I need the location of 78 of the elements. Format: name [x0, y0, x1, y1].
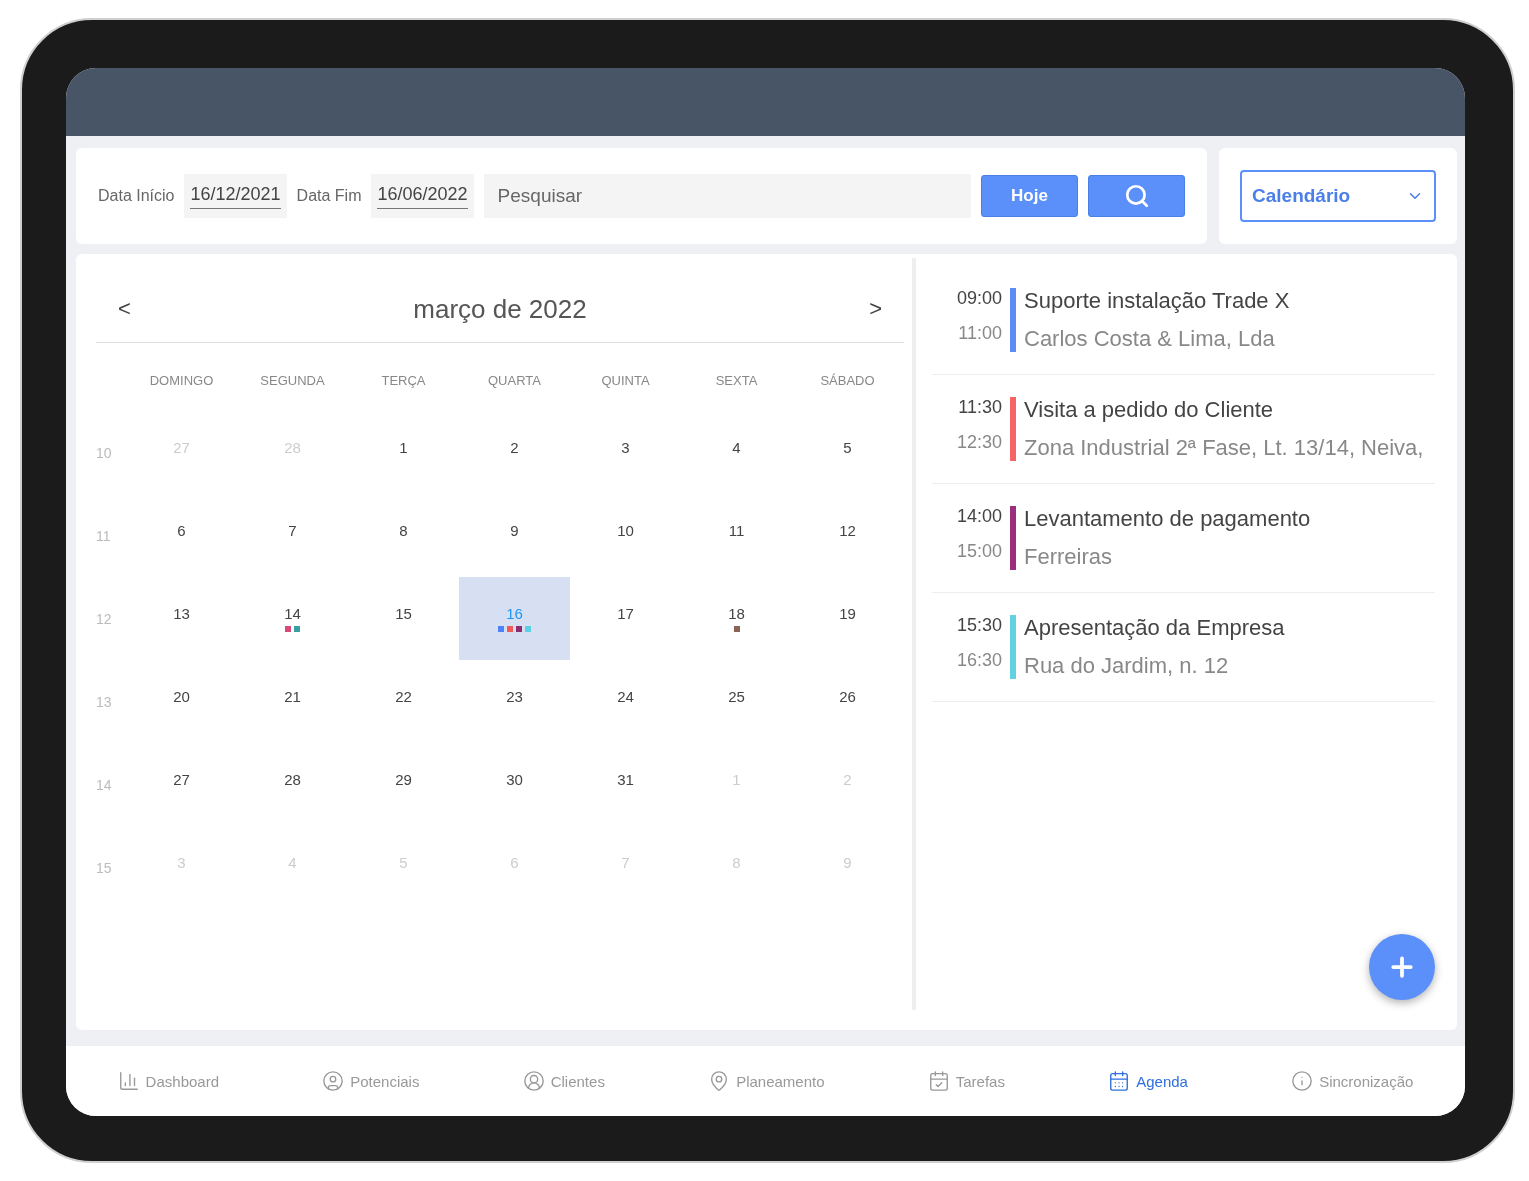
day-cell[interactable]: 4 — [681, 411, 792, 494]
day-cell[interactable]: 17 — [570, 577, 681, 660]
day-cell[interactable]: 18 — [681, 577, 792, 660]
day-cell[interactable]: 23 — [459, 660, 570, 743]
weekday-label: DOMINGO — [148, 373, 215, 390]
week-number: 15 — [96, 858, 113, 878]
event-title[interactable]: Visita a pedido do Cliente — [1024, 397, 1424, 423]
nav-item[interactable]: Agenda — [1102, 1069, 1194, 1093]
day-cell[interactable]: 12 — [792, 494, 903, 577]
event-end-time: 15:00 — [956, 541, 1002, 562]
event-location: Ferreiras — [1024, 544, 1113, 570]
week-number: 12 — [96, 609, 113, 629]
event-title[interactable]: Apresentação da Empresa — [1024, 615, 1285, 641]
view-select[interactable]: Calendário — [1240, 170, 1436, 222]
week-number: 11 — [96, 526, 112, 546]
day-cell[interactable]: 19 — [792, 577, 903, 660]
day-cell[interactable]: 2 — [459, 411, 570, 494]
nav-icon — [117, 1070, 140, 1092]
day-cell[interactable]: 10 — [570, 494, 681, 577]
event-start-time: 09:00 — [956, 288, 1002, 309]
event-start-time: 15:30 — [956, 615, 1002, 636]
start-date-label: Data Início — [98, 187, 175, 205]
day-cell[interactable]: 20 — [126, 660, 237, 743]
nav-icon — [522, 1070, 545, 1092]
day-cell[interactable]: 11 — [681, 494, 792, 577]
previous-month-button[interactable]: < — [112, 295, 137, 323]
search-button[interactable] — [1088, 175, 1185, 217]
day-cell[interactable]: 22 — [348, 660, 459, 743]
end-date-field[interactable]: 16/06/2022 — [371, 174, 474, 218]
event-title[interactable]: Levantamento de pagamento — [1024, 506, 1311, 532]
next-month-button[interactable]: > — [863, 295, 888, 323]
search-field[interactable]: Pesquisar — [483, 174, 971, 218]
day-cell[interactable]: 28 — [237, 743, 348, 826]
day-cell[interactable]: 15 — [348, 577, 459, 660]
nav-icon — [1291, 1070, 1314, 1092]
day-cell[interactable]: 29 — [348, 743, 459, 826]
search-icon — [1123, 183, 1150, 209]
event-start-time: 14:00 — [956, 506, 1002, 527]
event-location: Carlos Costa & Lima, Lda — [1024, 326, 1276, 352]
weekday-label: SÁBADO — [819, 373, 876, 390]
day-cell[interactable]: 24 — [570, 660, 681, 743]
day-cell[interactable]: 26 — [792, 660, 903, 743]
day-cell[interactable]: 14 — [237, 577, 348, 660]
day-cell[interactable]: 8 — [348, 494, 459, 577]
week-number: 10 — [96, 443, 113, 463]
end-date-label: Data Fim — [296, 187, 362, 205]
weekday-label: QUARTA — [487, 373, 542, 390]
day-cell[interactable]: 21 — [237, 660, 348, 743]
weekday-label: SEXTA — [714, 373, 759, 390]
day-cell[interactable]: 25 — [681, 660, 792, 743]
day-cell[interactable]: 31 — [570, 743, 681, 826]
nav-icon — [927, 1070, 950, 1092]
day-cell[interactable]: 7 — [237, 494, 348, 577]
day-cell[interactable]: 5 — [792, 411, 903, 494]
day-cell[interactable]: 6 — [126, 494, 237, 577]
week-number: 14 — [96, 775, 113, 795]
day-cell[interactable]: 3 — [570, 411, 681, 494]
add-button[interactable] — [1369, 934, 1435, 1000]
weekday-label: SEGUNDA — [259, 373, 326, 390]
weekday-label: TERÇA — [380, 373, 427, 390]
day-cell[interactable]: 1 — [348, 411, 459, 494]
day-cell[interactable]: 9 — [459, 494, 570, 577]
event-end-time: 16:30 — [956, 650, 1002, 671]
event-location: Zona Industrial 2ª Fase, Lt. 13/14, Neiva, — [1024, 435, 1424, 461]
nav-icon — [1108, 1070, 1131, 1092]
event-title[interactable]: Suporte instalação Trade X — [1024, 288, 1290, 314]
weekday-label: QUINTA — [600, 373, 651, 390]
event-end-time: 12:30 — [956, 432, 1002, 453]
month-title: março de 2022 — [413, 293, 587, 325]
nav-icon — [322, 1070, 345, 1092]
event-start-time: 11:30 — [958, 397, 1002, 418]
event-location: Rua do Jardim, n. 12 — [1024, 653, 1230, 679]
week-number: 13 — [96, 692, 113, 712]
day-cell[interactable]: 30 — [459, 743, 570, 826]
event-end-time: 11:00 — [958, 323, 1002, 344]
start-date-field[interactable]: 16/12/2021 — [184, 174, 287, 218]
day-cell[interactable]: 27 — [126, 743, 237, 826]
day-cell[interactable]: 13 — [126, 577, 237, 660]
